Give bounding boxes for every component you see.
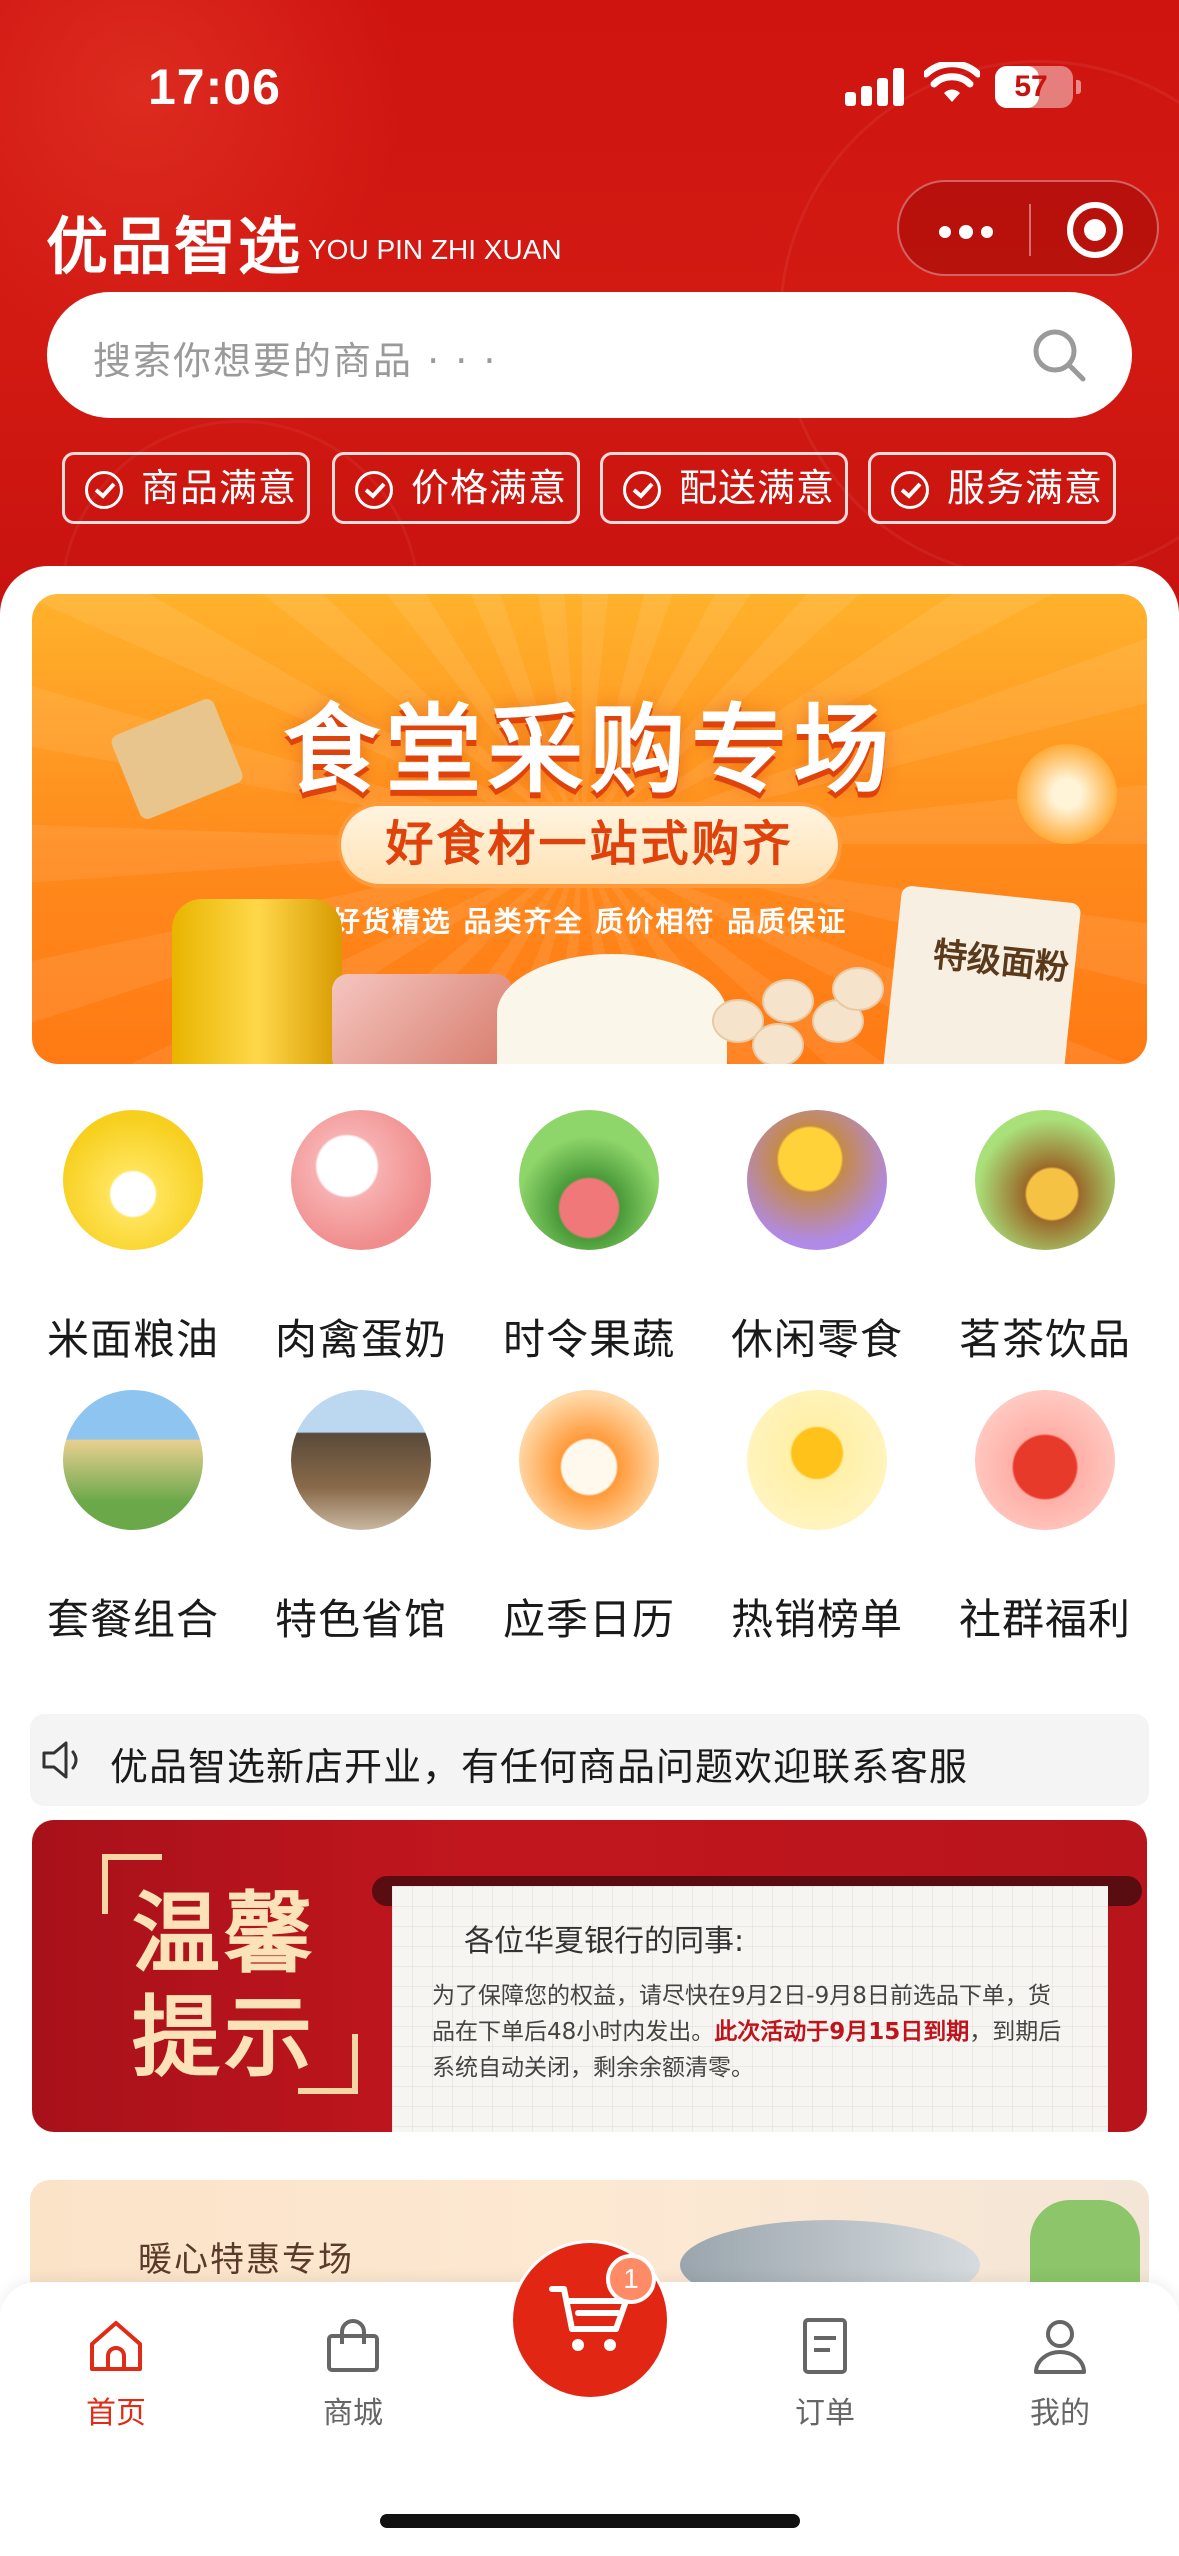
- brand-title: 优品智选 YOU PIN ZHI XUAN: [46, 196, 562, 286]
- banner-products: 特级面粉: [32, 885, 1147, 1064]
- wifi-icon: [924, 62, 980, 102]
- search-icon[interactable]: [1030, 326, 1088, 384]
- meat-image: [332, 974, 512, 1064]
- tip-deadline: 此次活动于9月15日到期: [714, 2019, 970, 2045]
- home-indicator: [380, 2514, 800, 2528]
- tea-drink-icon: [975, 1110, 1115, 1250]
- tip-body: 为了保障您的权益，请尽快在9月2日-9月8日前选品下单，货品在下单后48小时内发…: [432, 1983, 1062, 2081]
- status-bar: 17:06 57: [0, 0, 1179, 170]
- combo-icon: [63, 1390, 203, 1530]
- trophy-icon: [747, 1390, 887, 1530]
- banner-title: 食堂采购专场: [283, 694, 896, 806]
- promo-banner[interactable]: 食堂采购专场 好食材一站式购齐 好货精选 品类齐全 质价相符 品质保证 特级面粉: [32, 594, 1147, 1064]
- guarantee-tags: 商品满意 价格满意 配送满意 服务满意: [62, 452, 1122, 524]
- announcement-text: 优品智选新店开业，有任何商品问题欢迎联系客服: [110, 1745, 969, 1789]
- home-icon: [90, 2321, 142, 2371]
- miniprogram-capsule: [897, 180, 1159, 276]
- page: 17:06 57 优品智选 YOU PIN ZHI XUAN 搜索你想要的商品 …: [0, 0, 1179, 2556]
- battery-icon: 57: [995, 66, 1081, 108]
- status-time: 17:06: [148, 59, 281, 115]
- brand-pinyin: YOU PIN ZHI XUAN: [308, 234, 562, 265]
- tip-paper: 各位华夏银行的同事: 为了保障您的权益，请尽快在9月2日-9月8日前选品下单，货…: [392, 1886, 1108, 2132]
- oil-bottle-image: [172, 899, 342, 1064]
- tag-delivery: 配送满意: [600, 452, 848, 524]
- tag-product: 商品满意: [62, 452, 310, 524]
- rice-oil-icon: [63, 1110, 203, 1250]
- order-list-icon: [803, 2318, 847, 2374]
- more-icon[interactable]: [937, 206, 997, 254]
- check-circle-icon: [85, 471, 123, 509]
- search-bar[interactable]: 搜索你想要的商品 · · ·: [47, 292, 1132, 418]
- promo-title: 暖心特惠专场: [138, 2240, 354, 2280]
- snack-icon: [747, 1110, 887, 1250]
- calendar-icon: [519, 1390, 659, 1530]
- brand-name: 优品智选: [46, 210, 303, 283]
- lucky-bag-icon: [975, 1390, 1115, 1530]
- cart-count-badge: 1: [606, 2254, 656, 2304]
- speaker-icon: [42, 1741, 78, 1779]
- province-hall-icon: [291, 1390, 431, 1530]
- eggs-image: [712, 959, 902, 1064]
- banner-pill: 好食材一站式购齐: [337, 802, 842, 888]
- fruit-veg-icon: [519, 1110, 659, 1250]
- cellular-signal-icon: [845, 68, 907, 106]
- tag-service: 服务满意: [868, 452, 1116, 524]
- tag-price: 价格满意: [332, 452, 580, 524]
- user-profile-icon: [1034, 2320, 1086, 2374]
- warm-tip-card: 温馨 提示 各位华夏银行的同事: 为了保障您的权益，请尽快在9月2日-9月8日前…: [32, 1820, 1147, 2132]
- close-miniprogram-icon[interactable]: [1067, 202, 1123, 258]
- tip-greeting: 各位华夏银行的同事:: [464, 1924, 745, 1959]
- shopping-bag-icon: [327, 2319, 379, 2372]
- flour-bag-image: 特级面粉: [882, 885, 1082, 1064]
- tip-title: 温馨 提示: [132, 1882, 317, 2089]
- search-placeholder: 搜索你想要的商品 · · ·: [93, 339, 498, 383]
- rice-image: [497, 954, 727, 1064]
- milk-egg-icon: [291, 1110, 431, 1250]
- battery-percent: 57: [1014, 70, 1048, 103]
- check-circle-icon: [891, 471, 929, 509]
- check-circle-icon: [355, 471, 393, 509]
- check-circle-icon: [623, 471, 661, 509]
- announcement-bar[interactable]: 优品智选新店开业，有任何商品问题欢迎联系客服: [30, 1714, 1149, 1806]
